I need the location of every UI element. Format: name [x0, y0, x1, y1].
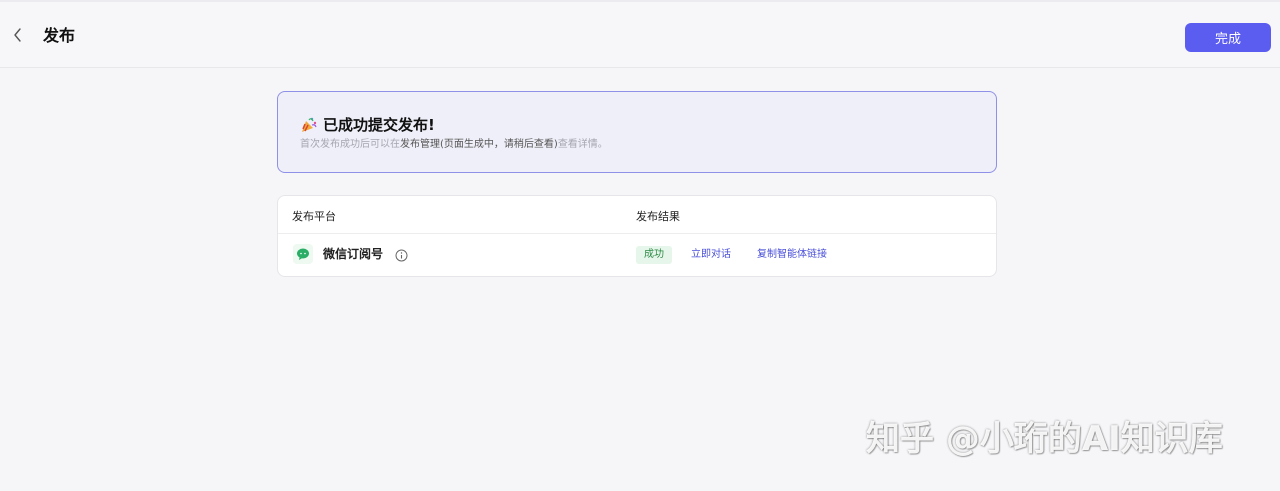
info-icon[interactable]	[395, 247, 408, 262]
platform-name: 微信订阅号	[323, 247, 384, 261]
notice-subtitle: 首次发布成功后可以在发布管理(页面生成中，请稍后查看)查看详情。	[300, 138, 608, 151]
notice-header: 已成功提交发布!	[299, 115, 435, 135]
chat-now-link[interactable]: 立即对话	[691, 247, 731, 263]
page-title: 发布	[43, 26, 76, 45]
success-notice: 已成功提交发布! 首次发布成功后可以在发布管理(页面生成中，请稍后查看)查看详情…	[277, 91, 997, 173]
top-bar: 发布 完成	[0, 0, 1280, 68]
party-popper-icon	[299, 115, 319, 135]
notice-title: 已成功提交发布!	[323, 116, 435, 134]
watermark: 知乎 @小珩的AI知识库	[866, 419, 1223, 459]
done-button[interactable]: 完成	[1185, 23, 1271, 52]
publish-result-table: 发布平台 发布结果 微信订阅号 成功 立即对话 复制智能体链接	[277, 195, 997, 277]
copy-agent-link[interactable]: 复制智能体链接	[757, 247, 827, 263]
table-header: 发布平台 发布结果	[278, 196, 996, 234]
notice-subtitle-prefix: 首次发布成功后可以在	[300, 139, 400, 150]
column-header-platform: 发布平台	[292, 210, 336, 223]
chevron-left-icon	[13, 27, 23, 46]
column-header-result: 发布结果	[636, 210, 680, 223]
back-button[interactable]	[8, 24, 28, 48]
notice-subtitle-suffix: 查看详情。	[557, 139, 608, 150]
table-row: 微信订阅号 成功 立即对话 复制智能体链接	[278, 234, 996, 276]
publish-management-link[interactable]: 发布管理(页面生成中，请稍后查看)	[400, 139, 558, 150]
wechat-icon	[293, 244, 313, 264]
status-badge: 成功	[636, 246, 672, 264]
